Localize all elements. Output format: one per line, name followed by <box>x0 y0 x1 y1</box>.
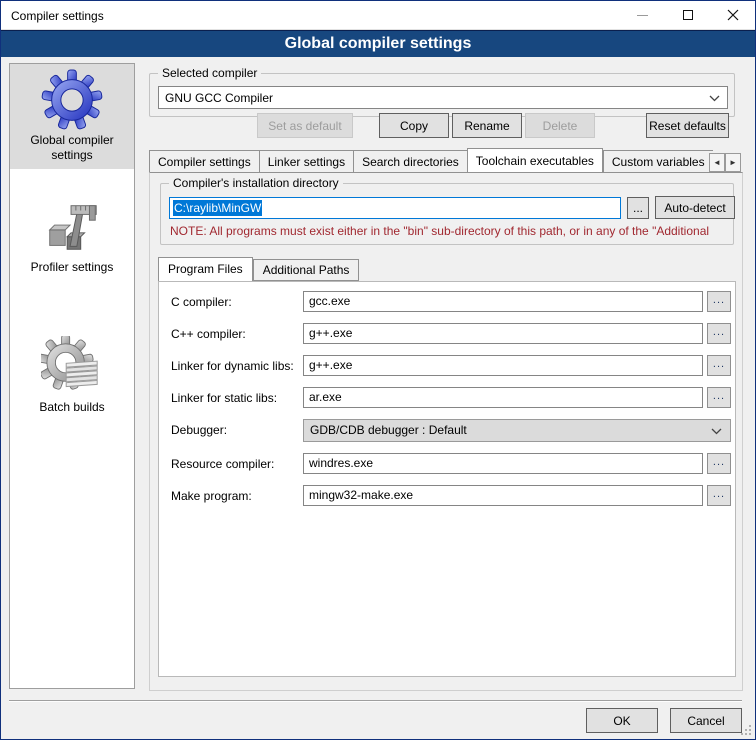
program-files-page: C compiler: gcc.exe... C++ compiler: g++.ex… <box>158 281 736 677</box>
toolchain-executables-page: Compiler's installation directory C:\ray… <box>149 172 743 691</box>
sidebar-item-label: Global compiler settings <box>12 133 132 163</box>
selected-compiler-label: Selected compiler <box>158 66 261 80</box>
tab-scroll-right-icon[interactable]: ► <box>725 153 741 172</box>
field-row-linker-for-dynamic-libs: Linker for dynamic libs: g++.exe... <box>171 355 735 377</box>
close-button[interactable] <box>710 1 755 29</box>
resize-grip[interactable] <box>739 723 751 735</box>
sidebar-item-batch-builds[interactable]: Batch builds <box>10 331 134 421</box>
gear-stack-icon <box>41 336 103 398</box>
field-label: Resource compiler: <box>171 457 274 471</box>
delete-button: Delete <box>525 113 595 138</box>
make-program-input[interactable]: mingw32-make.exe <box>303 485 703 506</box>
compiler-select[interactable]: GNU GCC Compiler <box>158 86 728 109</box>
cancel-button[interactable]: Cancel <box>670 708 742 733</box>
window-title: Compiler settings <box>11 9 104 23</box>
select-value: GDB/CDB debugger : Default <box>310 423 467 437</box>
compiler-select-value: GNU GCC Compiler <box>165 91 273 105</box>
sidebar-item-global-compiler-settings[interactable]: Global compiler settings <box>10 64 134 169</box>
linker-for-static-libs-input[interactable]: ar.exe <box>303 387 703 408</box>
linker-for-dynamic-libs-input[interactable]: g++.exe <box>303 355 703 376</box>
blue-gear-icon <box>41 69 103 131</box>
field-row-linker-for-static-libs: Linker for static libs: ar.exe... <box>171 387 735 409</box>
subtab-additional-paths[interactable]: Additional Paths <box>253 259 360 281</box>
minimize-icon <box>637 15 648 16</box>
c-compiler-input[interactable]: g++.exe <box>303 323 703 344</box>
minimize-button[interactable] <box>620 1 665 29</box>
field-label: C compiler: <box>171 295 232 309</box>
installation-directory-label: Compiler's installation directory <box>169 176 343 190</box>
sidebar-item-label: Batch builds <box>12 400 132 415</box>
chevron-down-icon <box>711 428 722 435</box>
installation-directory-value: C:\raylib\MinGW <box>173 200 262 216</box>
rename-button[interactable]: Rename <box>452 113 522 138</box>
footer-separator <box>9 700 742 702</box>
tab-compiler-settings[interactable]: Compiler settings <box>149 150 259 173</box>
c-compiler-input[interactable]: gcc.exe <box>303 291 703 312</box>
field-row-resource-compiler: Resource compiler: windres.exe... <box>171 453 735 475</box>
tab-scroll-buttons: ◄► <box>709 152 741 172</box>
installation-directory-group: Compiler's installation directory C:\ray… <box>160 183 734 245</box>
resource-compiler-input[interactable]: windres.exe <box>303 453 703 474</box>
maximize-icon <box>683 10 693 20</box>
settings-tabstrip: Compiler settingsLinker settingsSearch d… <box>149 150 743 173</box>
field-label: Debugger: <box>171 423 227 437</box>
browse-button[interactable]: ... <box>707 355 731 376</box>
tab-scroll-left-icon[interactable]: ◄ <box>709 153 725 172</box>
set-as-default-button: Set as default <box>257 113 353 138</box>
program-files-tabstrip: Program FilesAdditional Paths <box>158 259 359 281</box>
ok-button[interactable]: OK <box>586 708 658 733</box>
field-row-make-program: Make program: mingw32-make.exe... <box>171 485 735 507</box>
debugger-select[interactable]: GDB/CDB debugger : Default <box>303 419 731 442</box>
field-label: Linker for dynamic libs: <box>171 359 294 373</box>
field-row-c-compiler: C compiler: gcc.exe... <box>171 291 735 313</box>
compiler-settings-dialog: Compiler settings Global compiler settin… <box>0 0 756 740</box>
field-label: Make program: <box>171 489 252 503</box>
field-row-debugger: Debugger: GDB/CDB debugger : Default <box>171 419 735 443</box>
browse-button[interactable]: ... <box>707 485 731 506</box>
close-icon <box>727 9 739 21</box>
reset-defaults-button[interactable]: Reset defaults <box>646 113 729 138</box>
chevron-down-icon <box>709 95 720 102</box>
browse-button[interactable]: ... <box>707 323 731 344</box>
caliper-icon <box>41 196 103 258</box>
note-text: NOTE: All programs must exist either in … <box>170 224 730 238</box>
settings-sidebar: Global compiler settings Profiler setting… <box>9 63 135 689</box>
page-title: Global compiler settings <box>1 30 755 57</box>
sidebar-item-profiler-settings[interactable]: Profiler settings <box>10 191 134 281</box>
tab-linker-settings[interactable]: Linker settings <box>259 150 353 173</box>
subtab-program-files[interactable]: Program Files <box>158 257 253 281</box>
browse-button[interactable]: ... <box>707 387 731 408</box>
installation-directory-input[interactable]: C:\raylib\MinGW <box>169 197 621 219</box>
field-label: Linker for static libs: <box>171 391 277 405</box>
browse-directory-button[interactable]: ... <box>627 197 649 219</box>
title-bar: Compiler settings <box>1 1 755 30</box>
copy-button[interactable]: Copy <box>379 113 449 138</box>
field-row-c-compiler: C++ compiler: g++.exe... <box>171 323 735 345</box>
auto-detect-button[interactable]: Auto-detect <box>655 196 735 219</box>
tab-search-directories[interactable]: Search directories <box>353 150 467 173</box>
sidebar-item-label: Profiler settings <box>12 260 132 275</box>
field-label: C++ compiler: <box>171 327 246 341</box>
browse-button[interactable]: ... <box>707 291 731 312</box>
selected-compiler-group: Selected compiler GNU GCC Compiler <box>149 73 735 117</box>
browse-button[interactable]: ... <box>707 453 731 474</box>
tab-toolchain-executables[interactable]: Toolchain executables <box>467 148 603 173</box>
maximize-button[interactable] <box>665 1 710 29</box>
tab-custom-variables[interactable]: Custom variables <box>603 150 713 173</box>
